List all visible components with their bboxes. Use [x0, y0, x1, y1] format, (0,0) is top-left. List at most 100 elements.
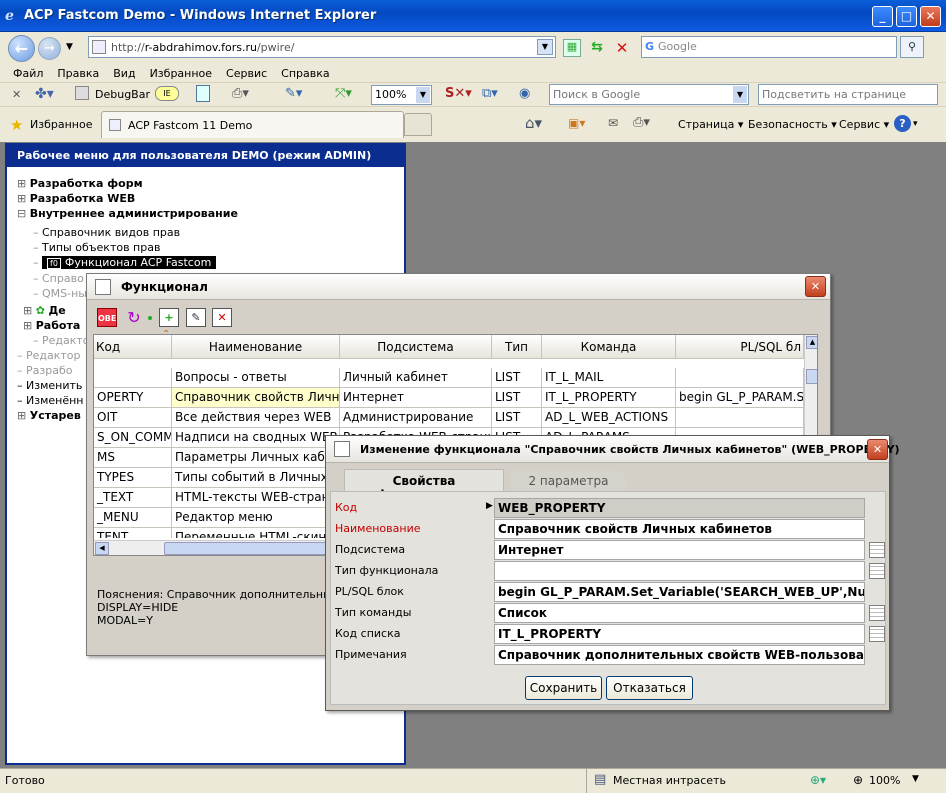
- field-value[interactable]: IT_L_PROPERTY: [494, 624, 865, 644]
- grid-cell[interactable]: _TEXT: [94, 488, 172, 508]
- grid-cell[interactable]: LIST: [492, 408, 542, 428]
- search-icon[interactable]: ⚲: [900, 36, 924, 58]
- security-menu[interactable]: Безопасность ▾: [748, 118, 837, 131]
- protected-mode-icon[interactable]: ⊕▾: [810, 773, 826, 787]
- lookup-icon[interactable]: [869, 542, 885, 558]
- window-tool-icon[interactable]: ⧉▾: [482, 86, 498, 101]
- grid-cell[interactable]: [676, 408, 804, 428]
- grid-cell[interactable]: Типы событий в Личных ка: [172, 468, 340, 488]
- hscroll-thumb[interactable]: [164, 542, 329, 555]
- grid-cell[interactable]: OPERTY: [94, 388, 172, 408]
- tree-item-object-types[interactable]: – Типы объектов прав: [17, 240, 238, 255]
- menu-favorites[interactable]: Избранное: [150, 67, 212, 80]
- highlight-field[interactable]: Подсветить на странице: [758, 84, 938, 105]
- grid-cell[interactable]: LIST: [492, 368, 542, 388]
- save-button[interactable]: Сохранить: [525, 676, 602, 700]
- grid-cell[interactable]: [676, 368, 804, 388]
- field-value[interactable]: Интернет: [494, 540, 865, 560]
- tree-item-rights[interactable]: – Справочник видов прав: [17, 225, 238, 240]
- menu-tools[interactable]: Сервис: [226, 67, 267, 80]
- tree-item-admin[interactable]: ⊟ Внутреннее администрирование: [17, 206, 238, 221]
- field-value[interactable]: WEB_PROPERTY: [494, 498, 865, 518]
- edit-record-icon[interactable]: ✎: [186, 308, 206, 327]
- tab-acp-fastcom[interactable]: ACP Fastcom 11 Demo: [101, 111, 404, 138]
- cancel-button[interactable]: Отказаться: [606, 676, 693, 700]
- menu-help[interactable]: Справка: [281, 67, 329, 80]
- lookup-icon[interactable]: [869, 605, 885, 621]
- grid-cell[interactable]: TENT: [94, 528, 172, 538]
- grid-cell[interactable]: AD_L_WEB_ACTIONS: [542, 408, 676, 428]
- grid-cell[interactable]: LIST: [492, 388, 542, 408]
- add-record-icon[interactable]: +: [159, 308, 179, 327]
- grid-cell[interactable]: Интернет: [340, 388, 492, 408]
- refresh-list-icon[interactable]: ↻: [124, 308, 144, 327]
- mail-icon[interactable]: ✉: [608, 116, 618, 130]
- zoom-status[interactable]: 100%: [869, 774, 900, 787]
- compat-icon[interactable]: ▦: [563, 39, 581, 57]
- maximize-button[interactable]: □: [896, 6, 917, 27]
- print-icon[interactable]: ⎙▾: [633, 115, 650, 130]
- favorites-star-icon[interactable]: ★: [10, 116, 23, 134]
- favorites-button[interactable]: Избранное: [30, 118, 92, 131]
- zoom-select[interactable]: 100% ▼: [371, 85, 432, 105]
- col-header-plsql[interactable]: PL/SQL бл: [676, 335, 804, 359]
- col-header-code[interactable]: Код: [94, 335, 172, 359]
- help-dropdown-icon[interactable]: ▾: [913, 119, 918, 129]
- col-header-type[interactable]: Тип: [492, 335, 542, 359]
- grid-cell[interactable]: Надписи на сводных WEB-ст: [172, 428, 340, 448]
- grid-cell[interactable]: TYPES: [94, 468, 172, 488]
- edit-close-button[interactable]: ✕: [867, 439, 888, 460]
- lookup-icon[interactable]: [869, 563, 885, 579]
- obe-icon[interactable]: OBE: [97, 308, 117, 327]
- field-value[interactable]: [494, 561, 865, 581]
- address-dropdown-icon[interactable]: ▼: [537, 39, 553, 55]
- scroll-left-icon[interactable]: ◀: [95, 542, 109, 555]
- functional-close-button[interactable]: ✕: [805, 276, 826, 297]
- google-search-box[interactable]: G Google: [641, 36, 897, 58]
- grid-cell[interactable]: S_ON_COMM: [94, 428, 172, 448]
- page-menu[interactable]: Страница ▾: [678, 118, 743, 131]
- grid-cell[interactable]: HTML-тексты WEB-страниц: [172, 488, 340, 508]
- grid-cell[interactable]: _MENU: [94, 508, 172, 528]
- home-icon[interactable]: ⌂▾: [525, 114, 542, 132]
- puzzle-icon[interactable]: ✤▾: [35, 86, 54, 102]
- lookup-icon[interactable]: [869, 626, 885, 642]
- grid-cell[interactable]: IT_L_PROPERTY: [542, 388, 676, 408]
- grid-cell[interactable]: MS: [94, 448, 172, 468]
- zoom-status-icon[interactable]: ⊕: [853, 773, 863, 787]
- grid-cell[interactable]: Вопросы - ответы: [172, 368, 340, 388]
- stop-icon[interactable]: ✕: [613, 39, 631, 57]
- help-icon[interactable]: ?: [894, 115, 911, 132]
- address-bar[interactable]: http://r-abdrahimov.fors.ru/pwire/ ▼: [88, 36, 556, 58]
- service-menu[interactable]: Сервис ▾: [839, 118, 889, 131]
- field-value[interactable]: begin GL_P_PARAM.Set_Variable('SEARCH_WE…: [494, 582, 865, 602]
- pen-tool-icon[interactable]: ✎▾: [285, 86, 302, 101]
- tree-item-web[interactable]: ⊞ Разработка WEB: [17, 191, 238, 206]
- scroll-thumb[interactable]: [806, 369, 817, 384]
- menu-file[interactable]: Файл: [13, 67, 43, 80]
- col-header-subsystem[interactable]: Подсистема: [340, 335, 492, 359]
- disable-tool-icon[interactable]: S✕▾: [445, 86, 472, 101]
- tab-properties[interactable]: Свойства функционала: [344, 469, 504, 502]
- col-header-command[interactable]: Команда: [542, 335, 676, 359]
- menu-view[interactable]: Вид: [113, 67, 135, 80]
- grid-cell[interactable]: [94, 368, 172, 388]
- grid-cell[interactable]: begin GL_P_PARAM.S: [676, 388, 804, 408]
- tab-params[interactable]: 2 параметра: [511, 471, 626, 491]
- refresh-icon[interactable]: ⇆: [588, 39, 606, 57]
- forward-button[interactable]: →: [38, 37, 61, 60]
- zoom-dropdown-icon[interactable]: ▼: [912, 774, 919, 784]
- close-toolbar-icon[interactable]: ✕: [12, 88, 21, 101]
- tree-item-forms[interactable]: ⊞ Разработка форм: [17, 176, 238, 191]
- eye-icon[interactable]: ◉: [519, 86, 530, 101]
- grid-cell[interactable]: Переменные HTML-скинов: [172, 528, 340, 538]
- grid-cell[interactable]: Справочник свойств Личных: [172, 388, 340, 408]
- new-tab-button[interactable]: [404, 113, 432, 136]
- grid-cell[interactable]: IT_L_MAIL: [542, 368, 676, 388]
- grid-cell[interactable]: OIT: [94, 408, 172, 428]
- resize-tool-icon[interactable]: ⤧▾: [335, 86, 352, 101]
- col-header-name[interactable]: Наименование: [172, 335, 340, 359]
- delete-record-icon[interactable]: ✕: [212, 308, 232, 327]
- ie-compat-icon[interactable]: IE: [155, 86, 179, 101]
- page-tool-icon[interactable]: [196, 85, 210, 102]
